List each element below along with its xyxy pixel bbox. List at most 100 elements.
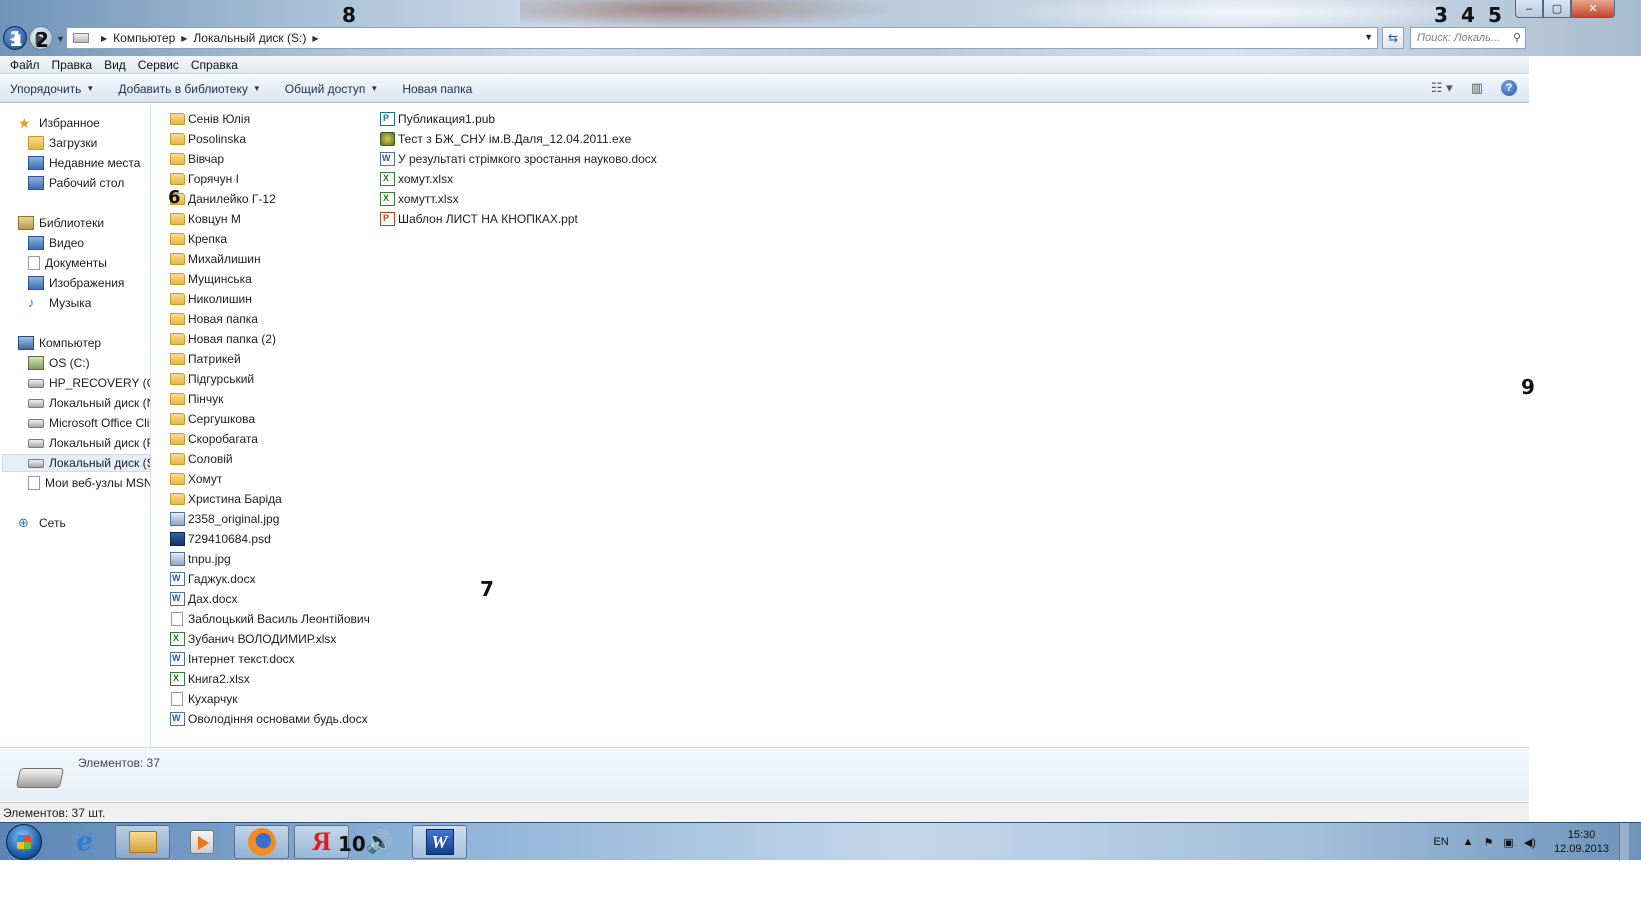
list-item[interactable]: Публикация1.pub	[380, 110, 495, 128]
list-item[interactable]: Христина Баріда	[170, 490, 282, 508]
nav-recent-places[interactable]: Недавние места	[28, 154, 140, 172]
list-item[interactable]: Книга2.xlsx	[170, 670, 250, 688]
nav-drive-n[interactable]: Локальный диск (N	[28, 394, 150, 412]
list-item[interactable]: Posolinska	[170, 130, 246, 148]
list-item[interactable]: Пінчук	[170, 390, 223, 408]
list-item[interactable]: Вівчар	[170, 150, 224, 168]
add-to-library-button[interactable]: Добавить в библиотеку ▼	[118, 82, 260, 96]
list-item[interactable]: Інтернет текст.docx	[170, 650, 295, 668]
nav-drive-g[interactable]: HP_RECOVERY (G:)	[28, 374, 150, 392]
list-item[interactable]: Соловій	[170, 450, 233, 468]
nav-favorites[interactable]: ★ Избранное	[18, 114, 100, 132]
search-icon[interactable]: ⚲	[1513, 31, 1521, 44]
list-item[interactable]: Гаджук.docx	[170, 570, 256, 588]
start-button[interactable]	[6, 824, 42, 860]
list-item[interactable]: Патрикей	[170, 350, 241, 368]
nav-video[interactable]: Видео	[28, 234, 84, 252]
show-hidden-icons-icon[interactable]: ▲	[1463, 836, 1474, 848]
show-desktop-button[interactable]	[1619, 823, 1629, 861]
list-item[interactable]: Горячун І	[170, 170, 239, 188]
taskbar-media-player[interactable]	[174, 825, 229, 859]
list-item[interactable]: хомутт.xlsx	[380, 190, 459, 208]
list-item[interactable]: Николишин	[170, 290, 252, 308]
list-item[interactable]: Новая папка (2)	[170, 330, 276, 348]
list-item[interactable]: Заблоцький Василь Леонтійович	[170, 610, 370, 628]
list-item[interactable]: 2358_original.jpg	[170, 510, 279, 528]
menu-view[interactable]: Вид	[98, 58, 132, 72]
nav-favorites-label: Избранное	[39, 116, 100, 130]
drive-large-icon	[15, 768, 65, 788]
breadcrumb-separator-icon[interactable]: ▶	[101, 34, 107, 43]
list-item[interactable]: Підгурський	[170, 370, 254, 388]
taskbar-windows-explorer[interactable]	[115, 825, 170, 859]
file-name: Сергушкова	[188, 412, 255, 426]
list-item[interactable]: У результаті стрімкого зростання науково…	[380, 150, 657, 168]
nav-documents[interactable]: Документы	[28, 254, 107, 272]
breadcrumb-separator-icon[interactable]: ▶	[312, 34, 318, 43]
new-folder-button[interactable]: Новая папка	[402, 82, 472, 96]
list-item[interactable]: Мущинська	[170, 270, 252, 288]
nav-drive-r[interactable]: Локальный диск (R	[28, 434, 150, 452]
nav-drive-office[interactable]: Microsoft Office Clic	[28, 414, 150, 432]
minimize-button[interactable]: –	[1515, 0, 1543, 18]
list-item[interactable]: Зубанич ВОЛОДИМИР.xlsx	[170, 630, 336, 648]
nav-images[interactable]: Изображения	[28, 274, 124, 292]
menu-tools[interactable]: Сервис	[132, 58, 185, 72]
language-indicator[interactable]: EN	[1433, 836, 1448, 848]
help-icon[interactable]: ?	[1501, 80, 1517, 96]
list-item[interactable]: Новая папка	[170, 310, 258, 328]
list-item[interactable]: Скоробагата	[170, 430, 258, 448]
maximize-button[interactable]: ▢	[1543, 0, 1571, 18]
taskbar-internet-explorer[interactable]: e	[57, 825, 112, 859]
list-item[interactable]: Сенів Юлія	[170, 110, 250, 128]
list-item[interactable]: 729410684.psd	[170, 530, 271, 548]
nav-music[interactable]: ♪ Музыка	[28, 294, 91, 312]
nav-msn[interactable]: Мои веб-узлы MSN	[28, 474, 150, 492]
nav-desktop[interactable]: Рабочий стол	[28, 174, 124, 192]
search-input[interactable]: Поиск: Локаль... ⚲	[1410, 27, 1526, 49]
list-item[interactable]: Михайлишин	[170, 250, 261, 268]
list-item[interactable]: Ковцун М	[170, 210, 241, 228]
nav-libraries[interactable]: Библиотеки	[18, 214, 104, 232]
menu-edit[interactable]: Правка	[46, 58, 99, 72]
list-item[interactable]: Данилейко Г-12	[170, 190, 276, 208]
breadcrumb-computer[interactable]: Компьютер	[113, 31, 175, 45]
list-item[interactable]: Оволодіння основами будь.docx	[170, 710, 368, 728]
list-item[interactable]: Тест з БЖ_СНУ ім.В.Даля_12.04.2011.exe	[380, 130, 631, 148]
organize-button[interactable]: Упорядочить ▼	[10, 82, 94, 96]
share-button[interactable]: Общий доступ ▼	[285, 82, 379, 96]
folder-icon	[170, 313, 185, 325]
preview-pane-icon[interactable]: ▥	[1471, 80, 1483, 96]
clock-time: 15:30	[1567, 829, 1596, 841]
taskbar-word[interactable]: W	[412, 825, 467, 859]
menu-help[interactable]: Справка	[185, 58, 244, 72]
file-name: Горячун І	[188, 172, 239, 186]
nav-drive-s[interactable]: Локальный диск (S:	[2, 454, 150, 472]
view-options-icon[interactable]: ☷ ▾	[1431, 80, 1453, 96]
list-item[interactable]: Хомут	[170, 470, 222, 488]
taskbar-firefox[interactable]	[234, 825, 289, 859]
address-bar[interactable]: ▶ Компьютер ▶ Локальный диск (S:) ▶ ▼	[66, 27, 1378, 49]
list-item[interactable]: Сергушкова	[170, 410, 255, 428]
close-button[interactable]: ✕	[1571, 0, 1615, 18]
address-dropdown-icon[interactable]: ▼	[1364, 32, 1373, 42]
list-item[interactable]: Кухарчук	[170, 690, 237, 708]
menu-file[interactable]: Файл	[4, 58, 46, 72]
nav-network[interactable]: ⊕ Сеть	[18, 514, 66, 532]
network-tray-icon[interactable]: ▣	[1503, 836, 1513, 849]
list-item[interactable]: хомут.xlsx	[380, 170, 453, 188]
recent-pages-dropdown[interactable]: ▼	[56, 34, 65, 44]
volume-icon[interactable]: ◀)	[1524, 836, 1536, 849]
list-item[interactable]: Крепка	[170, 230, 227, 248]
clock[interactable]: 15:30 12.09.2013	[1554, 828, 1609, 856]
nav-drive-c[interactable]: OS (C:)	[28, 354, 90, 372]
refresh-button[interactable]: ⇆	[1382, 27, 1404, 49]
breadcrumb-separator-icon[interactable]: ▶	[181, 34, 187, 43]
nav-downloads[interactable]: Загрузки	[28, 134, 97, 152]
list-item[interactable]: Шаблон ЛИСТ НА КНОПКАХ.ppt	[380, 210, 578, 228]
nav-computer[interactable]: Компьютер	[18, 334, 101, 352]
breadcrumb-local-disk-s[interactable]: Локальный диск (S:)	[193, 31, 306, 45]
list-item[interactable]: tnpu.jpg	[170, 550, 231, 568]
action-center-flag-icon[interactable]: ⚑	[1484, 836, 1494, 849]
list-item[interactable]: Дах.docx	[170, 590, 237, 608]
